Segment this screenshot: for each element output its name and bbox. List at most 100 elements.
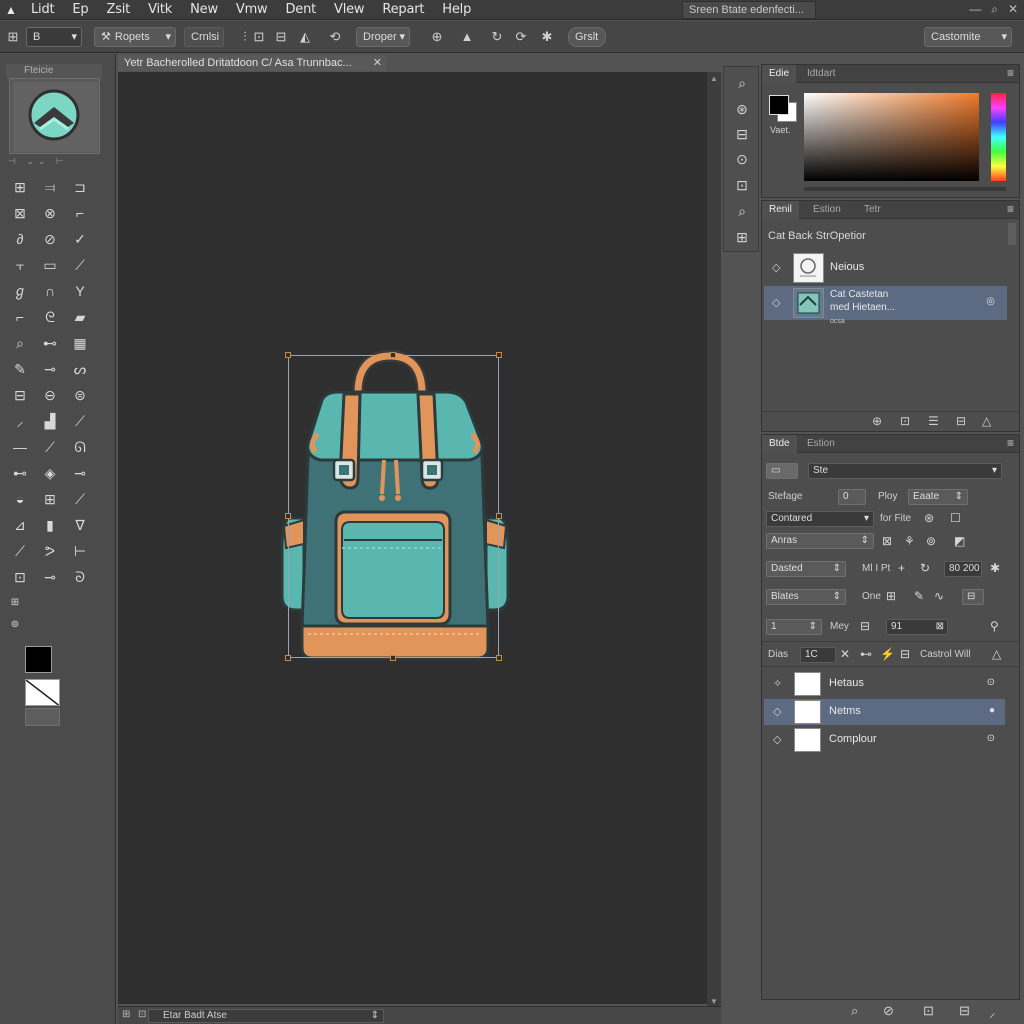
search-icon[interactable]: ⌕ (991, 2, 998, 17)
filter-kind-button[interactable]: ▭ (766, 463, 798, 479)
select-tool-icon[interactable]: ⊞ (39, 488, 61, 510)
gear-icon[interactable]: ✱ (538, 28, 556, 46)
fill-icon[interactable]: ◭ (296, 28, 314, 46)
knife-tool-icon[interactable]: ⸝ (9, 410, 31, 432)
refresh-icon[interactable]: ⟳ (512, 28, 530, 46)
image-icon[interactable]: ⊠ (882, 534, 892, 548)
close-tab-icon[interactable]: ✕ (373, 55, 382, 71)
quick-select-tool-icon[interactable]: ⊗ (39, 202, 61, 224)
rect-tool-icon[interactable]: ▭ (39, 254, 61, 276)
frame-tool-icon[interactable]: ∂ (9, 228, 31, 250)
spray-tool-icon[interactable]: ⊸ (69, 462, 91, 484)
tab-color[interactable]: Edie (762, 65, 797, 83)
play-dropdown[interactable]: Eaate ⇕ (908, 489, 968, 505)
link-layers-icon[interactable]: ⸝ (989, 1003, 996, 1021)
pen-tool-icon[interactable]: ⊸ (39, 358, 61, 380)
layer-row[interactable]: ◇ Complour ⊙ (764, 727, 1005, 753)
search-field[interactable]: Sreen Btate edenfecti... (682, 1, 816, 19)
brush-tool-icon[interactable]: ℊ (9, 280, 31, 302)
zoom-panel-icon[interactable]: ⊙ (732, 149, 752, 169)
marquee-tool-icon[interactable]: ⊐ (69, 176, 91, 198)
mode-button[interactable]: Crnlsi (184, 27, 224, 47)
color-foreground-swatch[interactable] (769, 95, 789, 115)
lock-icon[interactable]: ⊛ (924, 511, 934, 525)
status-expand-icon[interactable]: ⊡ (138, 1009, 146, 1020)
menu-item-new[interactable]: New (181, 2, 227, 17)
panel-menu-icon[interactable]: ≡ (1007, 202, 1014, 216)
mey-field[interactable]: 91 ⊠ (886, 619, 948, 635)
type-tool-icon[interactable]: ᔕ (69, 358, 91, 380)
mixer-tool-icon[interactable]: Y (69, 280, 91, 302)
fill-tool-icon[interactable]: ▟ (39, 410, 61, 432)
swatches-panel-icon[interactable]: ⊛ (732, 99, 752, 119)
grid-icon[interactable]: ⊟ (272, 28, 290, 46)
list-item[interactable]: ◇ Neious (764, 251, 1007, 285)
visibility-icon[interactable]: ◇ (772, 296, 780, 309)
checkbox-icon[interactable]: ☐ (950, 511, 961, 525)
visibility-icon[interactable]: ✧ (773, 677, 782, 690)
funnel-tool-icon[interactable]: ∇ (69, 514, 91, 536)
rect-select-tool-icon[interactable]: ▮ (39, 514, 61, 536)
status-field[interactable]: Etar Badt Atse ⇕ (148, 1009, 384, 1023)
sharpen-tool-icon[interactable]: ⟋ (39, 436, 61, 458)
menu-item-edit[interactable]: Ep (63, 2, 97, 17)
layer-row-selected[interactable]: ◇ Netms ● (764, 699, 1005, 725)
tab-edition[interactable]: Estion (800, 435, 842, 453)
gradient-tool-icon[interactable]: ⌕ (9, 332, 31, 354)
visibility-icon[interactable]: ◇ (773, 705, 781, 718)
tool-preset-icon[interactable]: ⊞ (4, 28, 22, 46)
menu-item-view[interactable]: Vlew (325, 2, 373, 17)
warp-icon[interactable]: ⟲ (326, 28, 344, 46)
layer-options-icon[interactable]: ● (989, 705, 995, 716)
quick-mask-button[interactable] (25, 708, 60, 726)
artboard-tool-icon[interactable]: ⫤ (39, 176, 61, 198)
triangle-icon[interactable]: ▲ (458, 28, 476, 46)
hand-tool-icon[interactable]: ◒ (9, 488, 31, 510)
navigator-thumbnail[interactable] (9, 78, 100, 154)
transform-handle[interactable] (285, 352, 291, 358)
anras-dropdown[interactable]: Anras ⇕ (766, 533, 874, 549)
color-picker-field[interactable] (804, 93, 979, 181)
blates-dropdown[interactable]: Blates ⇕ (766, 589, 846, 605)
transform-handle[interactable] (496, 513, 502, 519)
grid-icon[interactable]: ⊞ (886, 589, 896, 603)
foreground-color-swatch[interactable] (25, 646, 52, 673)
eyedropper-tool-icon[interactable]: ⊘ (39, 228, 61, 250)
scroll-down-icon[interactable]: ▼ (710, 997, 718, 1006)
selection-path-icon[interactable]: ☰ (928, 414, 939, 428)
stroke-path-icon[interactable]: ⊡ (900, 414, 910, 428)
tab-layers[interactable]: Btde (762, 435, 797, 453)
menu-item-layer[interactable]: Vitk (139, 2, 181, 17)
layer-options-icon[interactable]: ⊙ (987, 733, 995, 744)
folder-icon[interactable]: ⊟ (900, 647, 910, 661)
layer-row[interactable]: ✧ Hetaus ⊙ (764, 671, 1005, 697)
document-tab[interactable]: Yetr Bacherolled Dritatdoon C/ Asa Trunn… (118, 55, 386, 71)
stamp-icon[interactable]: ⊕ (428, 28, 446, 46)
cloud-tool-icon[interactable]: ᘐ (69, 566, 91, 588)
stamp-tool-icon[interactable]: ⌐ (9, 306, 31, 328)
dropper-dropdown[interactable]: Droper ▾ (356, 27, 410, 47)
adjust-icon[interactable]: ⊘ (883, 1003, 894, 1019)
fill-path-icon[interactable]: ⊕ (872, 414, 882, 428)
transform-handle[interactable] (390, 655, 396, 661)
tab-swatches[interactable]: Idtdart (800, 65, 842, 83)
presets-dropdown[interactable]: ⚒ Ropets ▾ (94, 27, 176, 47)
lasso-tool-icon[interactable]: ⊠ (9, 202, 31, 224)
plus-icon[interactable]: + (898, 561, 905, 575)
properties-panel-icon[interactable]: ⊞ (732, 227, 752, 247)
hue-slider[interactable] (991, 93, 1006, 181)
more-options-button[interactable]: ⊟ (962, 589, 984, 605)
menu-item-type[interactable]: Vmw (227, 2, 277, 17)
menu-item-file[interactable]: Lidt (22, 2, 63, 17)
eraser-tool-icon[interactable]: ▰ (69, 306, 91, 328)
dash-line-tool-icon[interactable]: ⊸ (39, 566, 61, 588)
history-brush-tool-icon[interactable]: ᘓ (39, 306, 61, 328)
tab-channels[interactable]: Estion (806, 201, 848, 219)
dodge-tool-icon[interactable]: ✎ (9, 358, 31, 380)
color-slider-track[interactable] (804, 187, 1006, 191)
warning-icon[interactable]: △ (992, 647, 1001, 661)
wave-icon[interactable]: ∿ (934, 589, 944, 603)
edit-toolbar-icon[interactable]: ⊚ (4, 614, 26, 636)
close-icon[interactable]: ✕ (840, 647, 850, 661)
panel-menu-icon[interactable]: ≡ (1007, 66, 1014, 80)
